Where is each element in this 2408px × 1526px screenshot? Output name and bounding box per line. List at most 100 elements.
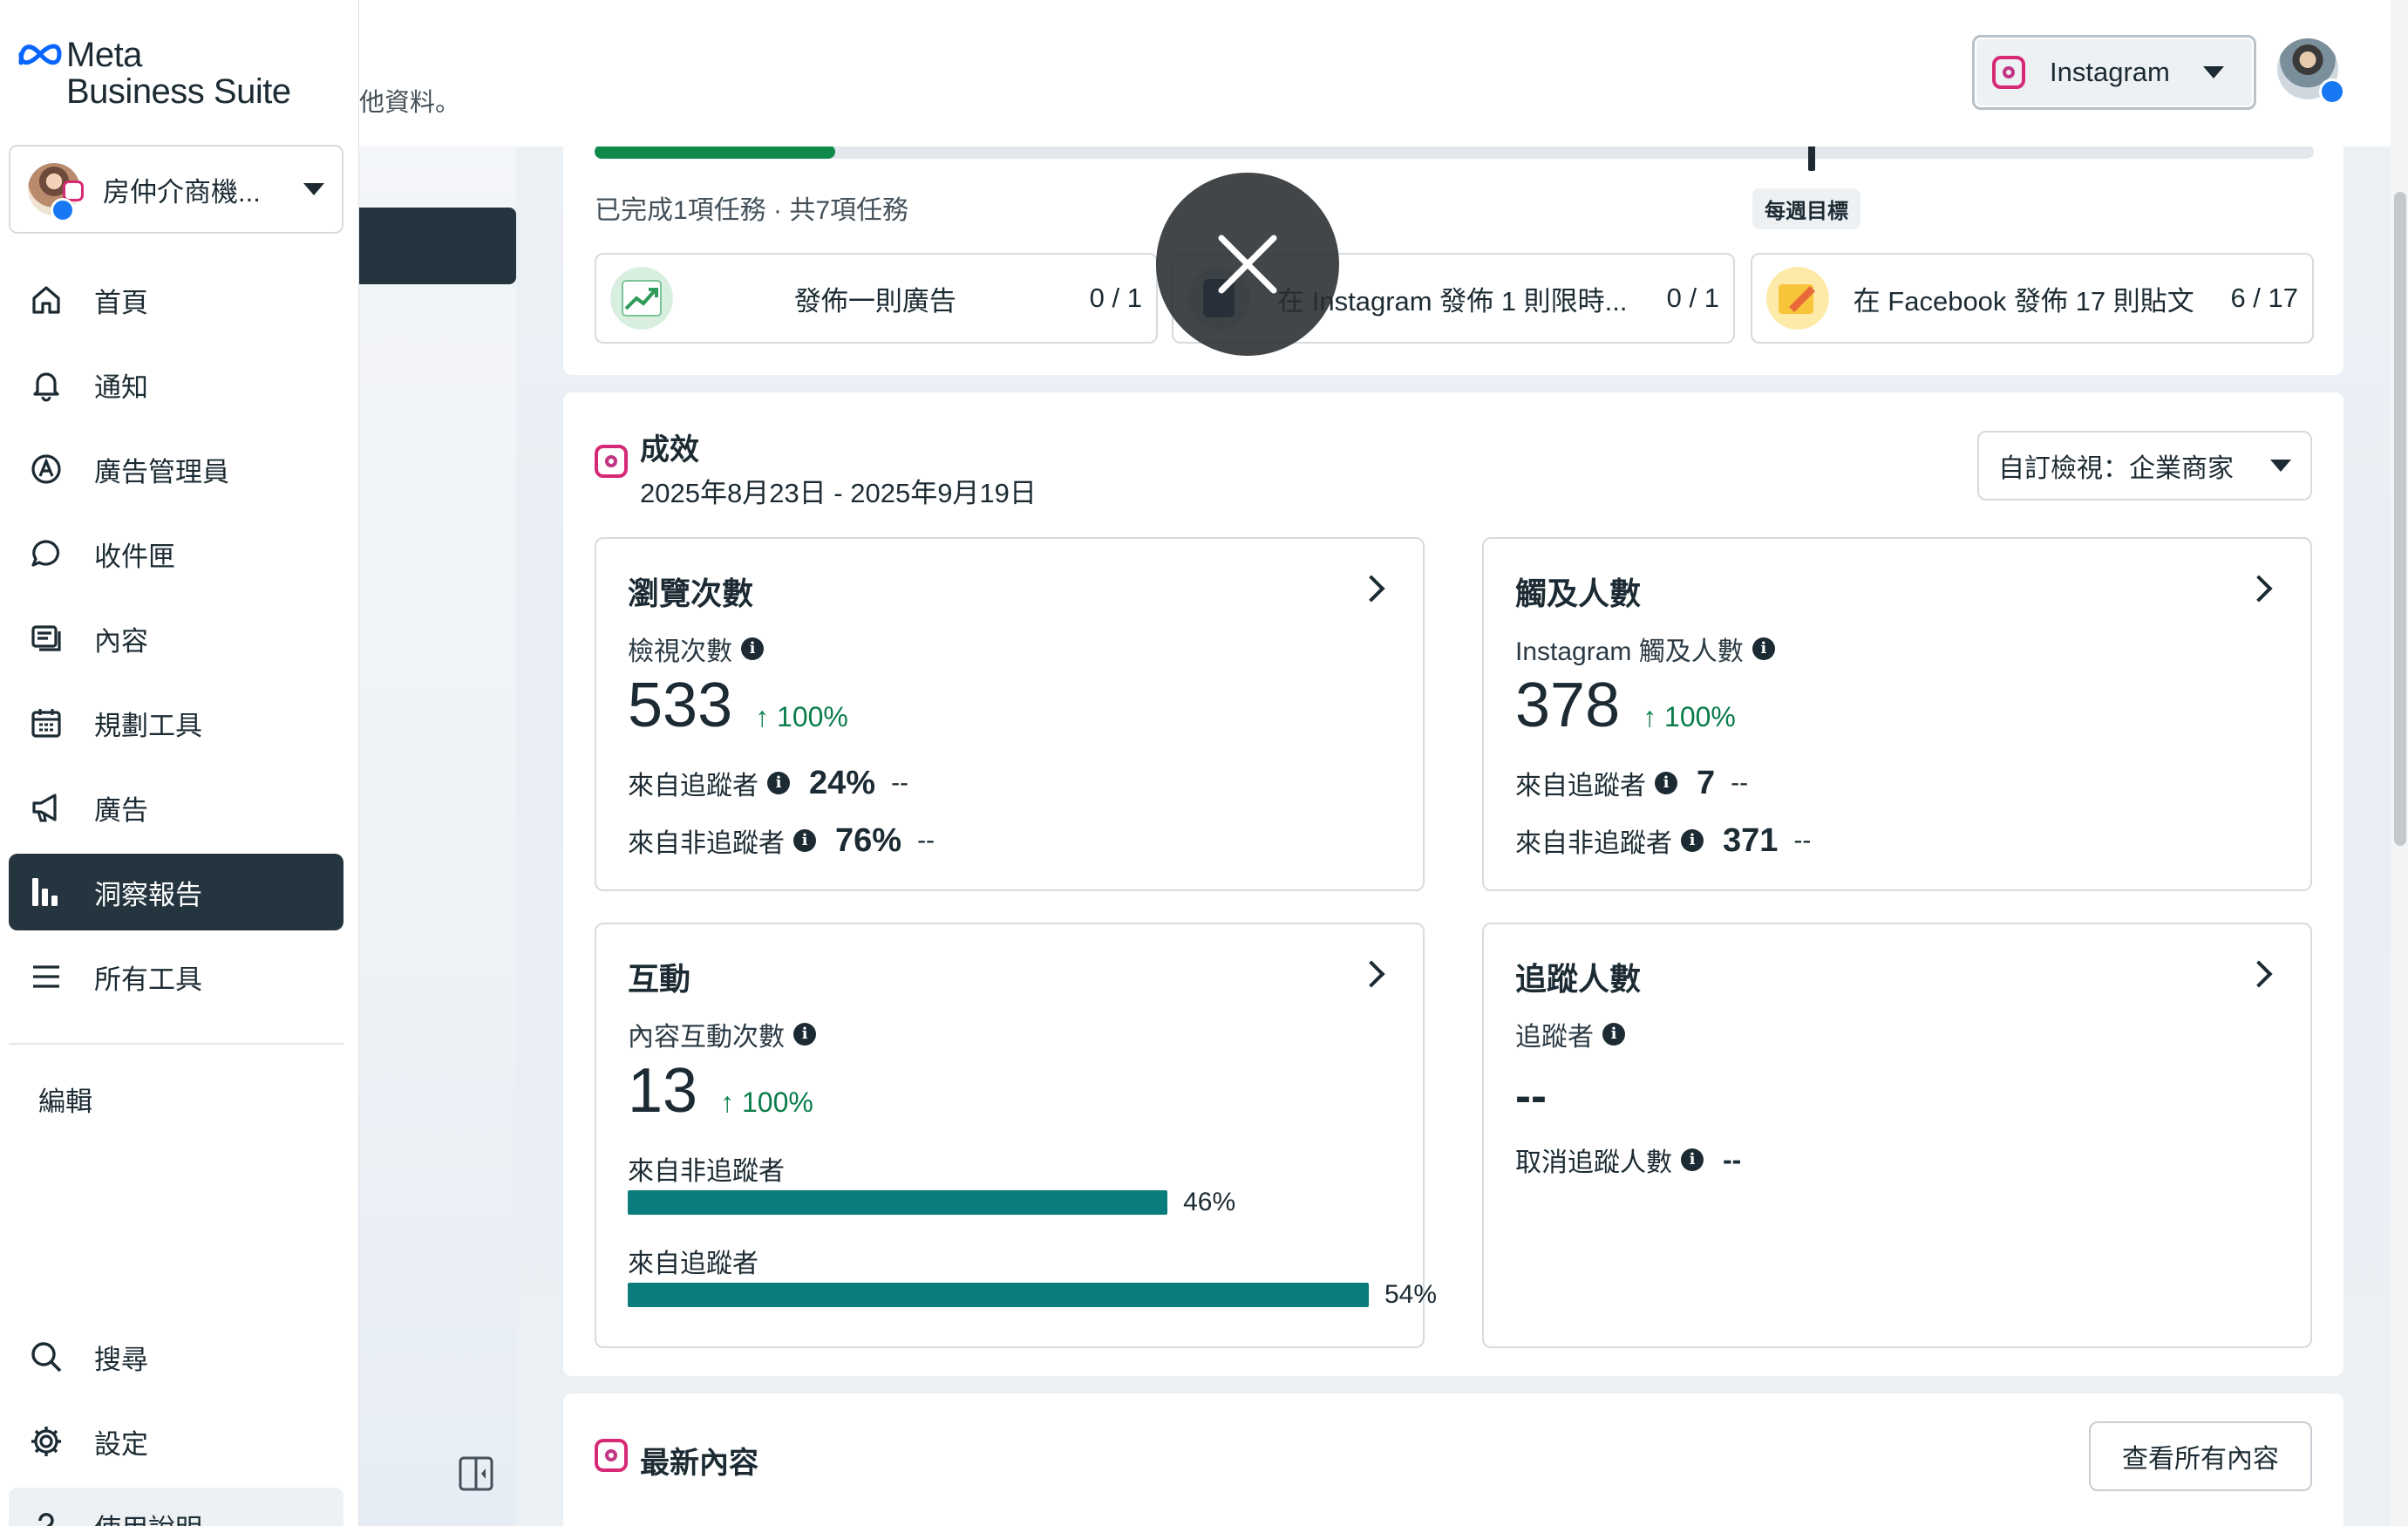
row-change: --: [1731, 768, 1749, 797]
custom-view-dropdown[interactable]: 自訂檢視：企業商家: [1977, 431, 2312, 501]
row-value: --: [1723, 1143, 1742, 1175]
info-icon[interactable]: i: [1655, 772, 1677, 794]
metric-row-followers: 來自追蹤者 i 24% --: [628, 764, 908, 802]
gear-icon: [28, 1423, 65, 1460]
scrollbar-thumb[interactable]: [2394, 192, 2406, 846]
user-avatar[interactable]: [2277, 38, 2345, 105]
sidebar-item-help[interactable]: 使用說明: [9, 1488, 344, 1526]
trending-chart-icon: [610, 267, 673, 330]
top-bar: 他資料。 Instagram: [359, 0, 2391, 146]
sidebar-item-label: 通知: [94, 371, 148, 403]
metric-subtitle: 追蹤者: [1515, 1023, 1594, 1052]
metric-change: ↑ 100%: [720, 1087, 813, 1118]
row-label: 來自非追蹤者: [1515, 829, 1672, 858]
metric-row-non-followers: 來自非追蹤者 i 371 --: [1515, 821, 1811, 860]
sidebar-item-planner[interactable]: 規劃工具: [9, 685, 344, 761]
sidebar-item-label: 收件匣: [94, 541, 175, 572]
performance-card: 成效 2025年8月23日 - 2025年9月19日 自訂檢視：企業商家 瀏覽次…: [563, 392, 2343, 1376]
info-icon[interactable]: i: [1681, 829, 1704, 852]
sidebar-item-label: 所有工具: [94, 964, 202, 995]
task-publish-ad[interactable]: 發佈一則廣告 0 / 1: [595, 253, 1158, 344]
task-title: 在 Facebook 發佈 17 則貼文: [1853, 285, 2194, 317]
metric-card-interactions[interactable]: 互動 內容互動次數 i 13 ↑ 100% 來自非追蹤者 46% 來自追蹤者 5…: [595, 923, 1437, 1348]
sidebar-item-content[interactable]: 內容: [9, 600, 344, 677]
chevron-right-icon: [2245, 575, 2273, 603]
sidebar-item-ads-manager[interactable]: 廣告管理員: [9, 431, 344, 508]
weekly-goal-badge: 每週目標: [1752, 188, 1860, 229]
facebook-badge-icon: [51, 198, 75, 222]
truncated-header-text: 他資料。: [359, 89, 461, 117]
sidebar: Meta Business Suite 房仲介商機... 首頁 通知 廣告管理員…: [0, 0, 359, 1526]
row-label: 來自追蹤者: [1515, 772, 1646, 800]
sidebar-item-insights[interactable]: 洞察報告: [9, 854, 344, 930]
bar-label: 來自追蹤者: [628, 1250, 758, 1278]
edit-link[interactable]: 編輯: [38, 1080, 92, 1119]
secondary-panel: [359, 0, 516, 1526]
account-selector[interactable]: 房仲介商機...: [9, 145, 344, 234]
bell-icon: [28, 366, 65, 403]
page-scrollbar[interactable]: [2391, 0, 2408, 1526]
sidebar-item-label: 規劃工具: [94, 710, 202, 741]
sidebar-item-notifications[interactable]: 通知: [9, 346, 344, 423]
metric-value-row: 533 ↑ 100%: [628, 670, 848, 741]
row-value: 76%: [835, 821, 902, 859]
brand-line-1: Meta: [66, 36, 142, 74]
row-label: 來自非追蹤者: [628, 829, 785, 858]
info-icon[interactable]: i: [1681, 1148, 1704, 1171]
metric-subtitle-row: 檢視次數 i: [628, 630, 764, 668]
platform-switcher[interactable]: Instagram: [1972, 35, 2256, 110]
row-change: --: [917, 826, 935, 855]
menu-icon: [28, 958, 65, 995]
close-overlay-button[interactable]: [1156, 173, 1339, 356]
sidebar-item-home[interactable]: 首頁: [9, 262, 344, 338]
sidebar-item-ads[interactable]: 廣告: [9, 769, 344, 846]
meta-business-suite-logo[interactable]: Meta Business Suite: [17, 37, 291, 110]
sidebar-item-label: 搜尋: [94, 1344, 148, 1375]
metric-card-followers[interactable]: 追蹤人數 追蹤者 i -- 取消追蹤人數 i --: [1482, 923, 2312, 1348]
close-icon: [1218, 235, 1277, 294]
info-icon[interactable]: i: [793, 829, 816, 852]
row-value: 7: [1697, 764, 1716, 801]
bar-pct: 46%: [1183, 1188, 1236, 1216]
bar-pct: 54%: [1384, 1280, 1438, 1309]
performance-date-range: 2025年8月23日 - 2025年9月19日: [640, 478, 1037, 508]
chevron-right-icon: [1357, 575, 1385, 603]
metric-value-row: 13 ↑ 100%: [628, 1055, 813, 1127]
brand-line-2: Business Suite: [66, 72, 291, 111]
task-count: 0 / 1: [1666, 283, 1719, 313]
metric-value-row: 378 ↑ 100%: [1515, 670, 1736, 741]
sidebar-bottom-nav: 搜尋 設定 使用說明: [9, 1318, 344, 1526]
metric-value: 378: [1515, 671, 1621, 740]
secondary-panel-selected-item[interactable]: [359, 208, 516, 284]
pencil-note-icon: [1766, 267, 1829, 330]
info-icon[interactable]: i: [767, 772, 790, 794]
meta-logo-icon: [18, 44, 62, 65]
metric-card-reach[interactable]: 觸及人數 Instagram 觸及人數 i 378 ↑ 100% 來自追蹤者 i…: [1482, 537, 2312, 891]
calendar-icon: [28, 705, 65, 741]
home-icon: [28, 282, 65, 318]
see-all-content-button[interactable]: 查看所有內容: [2089, 1421, 2312, 1491]
sidebar-item-search[interactable]: 搜尋: [9, 1318, 344, 1395]
info-icon[interactable]: i: [1752, 637, 1775, 660]
insights-icon: [28, 874, 65, 910]
info-icon[interactable]: i: [793, 1023, 816, 1046]
info-icon[interactable]: i: [1602, 1023, 1625, 1046]
sidebar-nav: 首頁 通知 廣告管理員 收件匣 內容 規劃工具 廣告 洞察報告 所有工具: [9, 262, 344, 1023]
goals-progress-bar: [595, 145, 2314, 159]
performance-title: 成效: [640, 433, 699, 467]
metric-title: 互動: [628, 961, 691, 997]
metric-subtitle-row: 內容互動次數 i: [628, 1015, 816, 1053]
info-icon[interactable]: i: [741, 637, 764, 660]
metric-row-unfollows: 取消追蹤人數 i --: [1515, 1141, 1741, 1179]
sidebar-item-label: 廣告: [94, 794, 148, 826]
sidebar-item-all-tools[interactable]: 所有工具: [9, 938, 344, 1015]
sidebar-item-inbox[interactable]: 收件匣: [9, 515, 344, 592]
metric-title: 瀏覽次數: [628, 576, 754, 611]
sidebar-item-settings[interactable]: 設定: [9, 1403, 344, 1480]
metric-title: 觸及人數: [1515, 576, 1642, 611]
account-avatar: [28, 163, 84, 222]
metric-subtitle: Instagram 觸及人數: [1515, 637, 1744, 666]
task-facebook-posts[interactable]: 在 Facebook 發佈 17 則貼文 6 / 17: [1751, 253, 2314, 344]
metric-card-views[interactable]: 瀏覽次數 檢視次數 i 533 ↑ 100% 來自追蹤者 i 24% -- 來自…: [595, 537, 1425, 891]
collapse-panel-icon[interactable]: [457, 1454, 495, 1493]
